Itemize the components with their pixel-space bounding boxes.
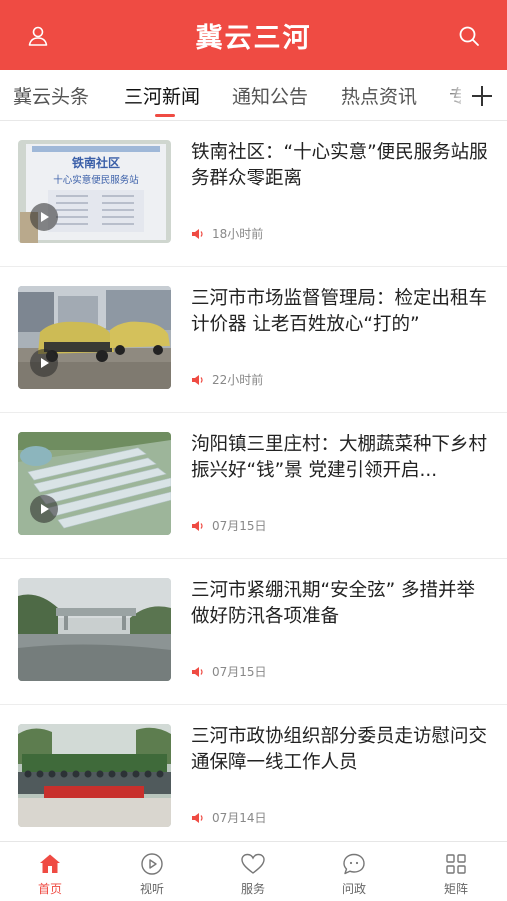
news-item[interactable]: 三河市政协组织部分委员走访慰问交通保障一线工作人员 07月14日 bbox=[0, 705, 507, 851]
play-circle-icon bbox=[141, 853, 163, 875]
nav-label: 首页 bbox=[37, 882, 62, 896]
news-item[interactable]: 三河市紧绷汛期“安全弦” 多措并举做好防汛各项准备 07月15日 bbox=[0, 559, 507, 705]
nav-label: 视听 bbox=[139, 882, 164, 896]
nav-label: 服务 bbox=[240, 882, 265, 896]
news-meta: 07月15日 bbox=[191, 517, 267, 534]
news-thumbnail bbox=[18, 578, 171, 681]
bottom-nav: 首页 视听 服务 问政 矩阵 bbox=[0, 841, 507, 901]
tab-sanhe-news[interactable]: 三河新闻 bbox=[124, 82, 200, 109]
nav-label: 矩阵 bbox=[443, 882, 468, 896]
news-meta: 07月15日 bbox=[191, 663, 267, 680]
active-tab-indicator bbox=[155, 114, 175, 117]
news-thumbnail bbox=[18, 286, 171, 389]
nav-service[interactable]: 服务 bbox=[213, 842, 293, 901]
speaker-icon[interactable] bbox=[191, 811, 205, 825]
news-title[interactable]: 三河市市场监督管理局：检定出租车计价器 让老百姓放心“打的” bbox=[191, 286, 493, 338]
news-time: 18小时前 bbox=[212, 227, 264, 241]
news-title[interactable]: 三河市紧绷汛期“安全弦” 多措并举做好防汛各项准备 bbox=[191, 578, 493, 630]
news-thumbnail bbox=[18, 724, 171, 827]
tab-jiyun-headlines[interactable]: 冀云头条 bbox=[13, 82, 89, 109]
nav-label: 问政 bbox=[341, 882, 366, 896]
news-time: 22小时前 bbox=[212, 373, 264, 387]
news-thumbnail: 铁南社区 十心实意便民服务站 bbox=[18, 140, 171, 243]
news-meta: 22小时前 bbox=[191, 371, 263, 388]
app-title: 冀云三河 bbox=[195, 22, 312, 54]
tab-hot-news[interactable]: 热点资讯 bbox=[341, 82, 417, 109]
news-item[interactable]: 泃阳镇三里庄村：大棚蔬菜种下乡村振兴好“钱”景 党建引领开启... 07月15日 bbox=[0, 413, 507, 559]
news-title[interactable]: 三河市政协组织部分委员走访慰问交通保障一线工作人员 bbox=[191, 724, 493, 776]
chat-bubble-icon bbox=[343, 853, 365, 875]
speaker-icon[interactable] bbox=[191, 665, 205, 679]
nav-matrix[interactable]: 矩阵 bbox=[416, 842, 496, 901]
news-title[interactable]: 铁南社区：“十心实意”便民服务站服务群众零距离 bbox=[191, 140, 493, 192]
video-play-icon[interactable] bbox=[30, 203, 58, 231]
news-time: 07月15日 bbox=[212, 519, 267, 533]
home-icon bbox=[40, 854, 60, 873]
news-time: 07月14日 bbox=[212, 811, 267, 825]
nav-home[interactable]: 首页 bbox=[10, 842, 90, 901]
speaker-icon[interactable] bbox=[191, 373, 205, 387]
news-item[interactable]: 三河市市场监督管理局：检定出租车计价器 让老百姓放心“打的” 22小时前 bbox=[0, 267, 507, 413]
tabs-fade bbox=[445, 70, 467, 120]
nav-media[interactable]: 视听 bbox=[112, 842, 192, 901]
user-icon[interactable] bbox=[26, 24, 50, 48]
nav-inquiry[interactable]: 问政 bbox=[314, 842, 394, 901]
heart-icon bbox=[241, 853, 265, 874]
plus-icon[interactable] bbox=[469, 83, 495, 109]
video-play-icon[interactable] bbox=[30, 349, 58, 377]
news-list: 铁南社区 十心实意便民服务站 铁南社区：“十心实意”便民服务站服务群众零距离 1… bbox=[0, 121, 507, 851]
speaker-icon[interactable] bbox=[191, 519, 205, 533]
tab-notices[interactable]: 通知公告 bbox=[232, 82, 308, 109]
news-title[interactable]: 泃阳镇三里庄村：大棚蔬菜种下乡村振兴好“钱”景 党建引领开启... bbox=[191, 432, 493, 484]
channel-tabs: 冀云头条 三河新闻 通知公告 热点资讯 专 bbox=[0, 70, 507, 121]
news-item[interactable]: 铁南社区 十心实意便民服务站 铁南社区：“十心实意”便民服务站服务群众零距离 1… bbox=[0, 121, 507, 267]
news-time: 07月15日 bbox=[212, 665, 267, 679]
news-thumbnail bbox=[18, 432, 171, 535]
app-header: 冀云三河 bbox=[0, 0, 507, 70]
news-meta: 18小时前 bbox=[191, 225, 263, 242]
grid-icon bbox=[446, 854, 466, 874]
thumbnail-sign-line1: 铁南社区 bbox=[72, 155, 120, 170]
news-meta: 07月14日 bbox=[191, 809, 267, 826]
video-play-icon[interactable] bbox=[30, 495, 58, 523]
speaker-icon[interactable] bbox=[191, 227, 205, 241]
thumbnail-sign-line2: 十心实意便民服务站 bbox=[53, 174, 139, 186]
search-icon[interactable] bbox=[457, 24, 481, 48]
